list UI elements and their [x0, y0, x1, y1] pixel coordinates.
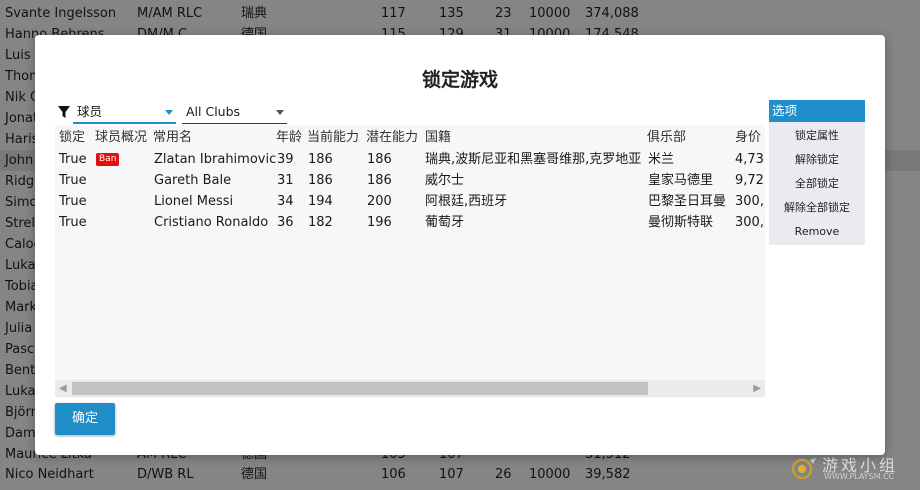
- table-row[interactable]: True Gareth Bale 31 186 186 威尔士 皇家马德里 9,725: [55, 170, 765, 191]
- cell-pa: 186: [367, 152, 392, 167]
- cell-ca: 194: [308, 194, 333, 209]
- cell-lock: True: [59, 194, 87, 209]
- menu-item-remove[interactable]: Remove: [769, 220, 865, 244]
- cell-lock: True: [59, 173, 87, 188]
- club-filter-select[interactable]: All Clubs: [182, 100, 287, 124]
- col-ca[interactable]: 当前能力: [307, 127, 359, 148]
- col-pa[interactable]: 潜在能力: [366, 127, 418, 148]
- cell-lock: True: [59, 215, 87, 230]
- cell-age: 31: [277, 173, 294, 188]
- cell-club: 皇家马德里: [648, 173, 714, 188]
- cell-name: Cristiano Ronaldo: [154, 215, 269, 230]
- cell-ca: 186: [308, 152, 333, 167]
- scroll-right-icon[interactable]: ▶: [753, 382, 761, 395]
- locked-players-table: 锁定 球员概况 常用名 年龄 当前能力 潜在能力 国籍 俱乐部 身价 True Z…: [55, 125, 765, 398]
- cell-nation: 威尔士: [425, 173, 465, 188]
- table-row[interactable]: True Lionel Messi 34 194 200 阿根廷,西班牙 巴黎圣日耳曼 300…: [55, 191, 765, 212]
- cell-club: 巴黎圣日耳曼: [648, 194, 727, 209]
- col-name[interactable]: 常用名: [153, 127, 192, 148]
- player-filter-select[interactable]: 球员: [73, 100, 176, 124]
- cell-name: Zlatan Ibrahimovic: [154, 152, 277, 167]
- cell-nation: 瑞典,波斯尼亚和黑塞哥维那,克罗地亚: [425, 152, 642, 167]
- cell-name: Lionel Messi: [154, 194, 234, 209]
- cell-value: 9,725: [735, 173, 765, 188]
- lock-game-dialog: 锁定游戏 球员 All Clubs 锁定 球员概况 常用名 年龄 当前能力 潜在…: [35, 35, 885, 455]
- site-watermark: 游戏小组 WWW.PLAYSM.CC: [790, 452, 915, 484]
- menu-item-unlock[interactable]: 解除锁定: [769, 148, 865, 172]
- menu-item-unlock-all[interactable]: 解除全部锁定: [769, 196, 865, 220]
- cell-pa: 186: [367, 173, 392, 188]
- club-filter-value: All Clubs: [186, 104, 241, 119]
- scroll-left-icon[interactable]: ◀: [59, 382, 67, 395]
- table-row[interactable]: True Cristiano Ronaldo 36 182 196 葡萄牙 曼彻斯特联 300…: [55, 212, 765, 233]
- table-header: 锁定 球员概况 常用名 年龄 当前能力 潜在能力 国籍 俱乐部 身价: [55, 127, 765, 148]
- options-menu-header: 选项: [769, 100, 865, 122]
- cell-nation: 葡萄牙: [425, 215, 465, 230]
- chevron-down-icon: [276, 110, 284, 115]
- col-overview[interactable]: 球员概况: [95, 127, 147, 148]
- cell-club: 米兰: [648, 152, 675, 167]
- confirm-button[interactable]: 确定: [55, 403, 115, 435]
- filter-icon[interactable]: [57, 105, 71, 119]
- col-nation[interactable]: 国籍: [425, 127, 451, 148]
- dialog-title: 锁定游戏: [421, 69, 498, 91]
- cell-name: Gareth Bale: [154, 173, 232, 188]
- cell-pa: 200: [367, 194, 392, 209]
- col-lock[interactable]: 锁定: [59, 127, 85, 148]
- cell-club: 曼彻斯特联: [648, 215, 714, 230]
- cell-value: 300,0: [735, 194, 765, 209]
- horizontal-scrollbar[interactable]: ◀ ▶: [55, 380, 765, 397]
- col-club[interactable]: 俱乐部: [647, 127, 686, 148]
- player-filter-value: 球员: [77, 104, 103, 119]
- cell-lock: True: [59, 152, 87, 167]
- col-age[interactable]: 年龄: [276, 127, 302, 148]
- cell-age: 39: [277, 152, 294, 167]
- cell-value: 4,737: [735, 152, 765, 167]
- watermark-url: WWW.PLAYSM.CC: [824, 472, 895, 481]
- menu-item-lock-all[interactable]: 全部锁定: [769, 172, 865, 196]
- scrollbar-thumb[interactable]: [72, 382, 648, 395]
- cell-ca: 182: [308, 215, 333, 230]
- cell-nation: 阿根廷,西班牙: [425, 194, 508, 209]
- chevron-down-icon: [165, 110, 173, 115]
- table-row[interactable]: True Zlatan Ibrahimovic 39 186 186 瑞典,波斯尼亚和黑塞…: [55, 149, 765, 170]
- watermark-logo-icon: [792, 458, 816, 479]
- cell-pa: 196: [367, 215, 392, 230]
- options-menu: 选项 锁定属性 解除锁定 全部锁定 解除全部锁定 Remove: [769, 100, 865, 245]
- cell-ca: 186: [308, 173, 333, 188]
- cell-value: 300,0: [735, 215, 765, 230]
- ban-badge: Ban: [96, 153, 120, 166]
- menu-item-lock-attributes[interactable]: 锁定属性: [769, 124, 865, 148]
- cell-age: 36: [277, 215, 294, 230]
- cell-age: 34: [277, 194, 294, 209]
- col-value[interactable]: 身价: [735, 127, 761, 148]
